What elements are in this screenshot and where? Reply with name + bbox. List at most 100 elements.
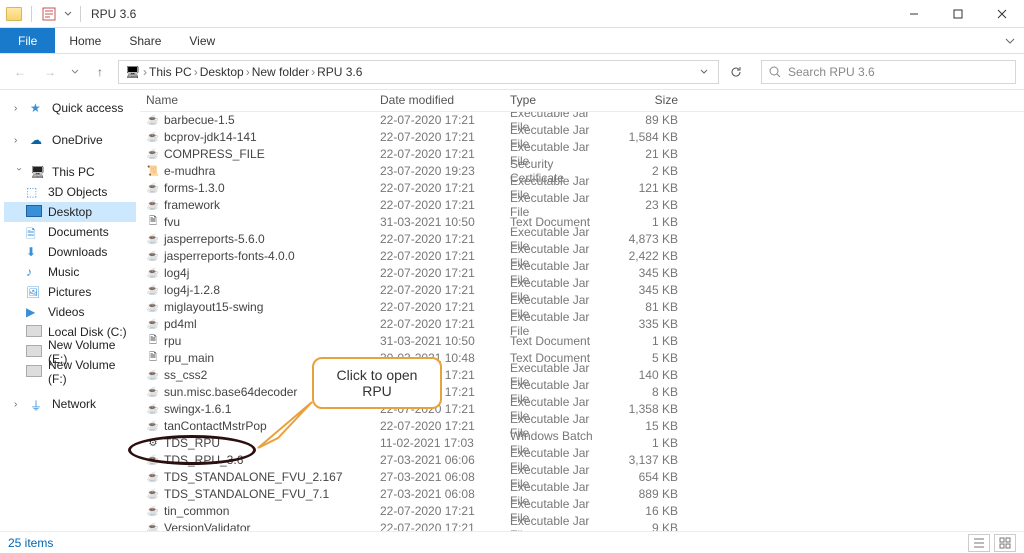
chevron-right-icon[interactable]: › [143, 65, 147, 79]
nav-item-icon [26, 205, 42, 219]
file-icon [146, 334, 160, 348]
forward-button[interactable]: → [38, 60, 62, 84]
file-date: 22-07-2020 17:21 [374, 147, 504, 161]
file-date: 22-07-2020 17:21 [374, 181, 504, 195]
column-header-type[interactable]: Type [504, 93, 614, 107]
nav-item-label: Music [48, 265, 79, 279]
breadcrumb-segment[interactable]: This PC [149, 65, 192, 79]
nav-tree-item[interactable]: Downloads [4, 242, 136, 262]
maximize-button[interactable] [936, 0, 980, 28]
file-icon [146, 113, 160, 127]
column-header-name[interactable]: Name [140, 93, 374, 107]
nav-item-icon [26, 345, 42, 359]
qat-dropdown-icon[interactable] [62, 3, 74, 25]
breadcrumb-segment[interactable]: RPU 3.6 [317, 65, 362, 79]
chevron-down-icon[interactable]: › [14, 167, 25, 177]
file-row[interactable]: rpu31-03-2021 10:50Text Document1 KB [140, 333, 1024, 350]
file-size: 1 KB [614, 436, 684, 450]
navigation-pane: › Quick access › OneDrive › This PC 3D O… [0, 90, 140, 531]
view-large-icons-button[interactable] [994, 534, 1016, 552]
nav-tree-item[interactable]: Music [4, 262, 136, 282]
star-icon [30, 101, 46, 115]
nav-item-label: Downloads [48, 245, 107, 259]
refresh-button[interactable] [725, 61, 747, 83]
file-icon [146, 266, 160, 280]
file-size: 3,137 KB [614, 453, 684, 467]
file-row[interactable]: pd4ml22-07-2020 17:21Executable Jar File… [140, 316, 1024, 333]
chevron-right-icon[interactable]: › [14, 399, 24, 410]
nav-tree-item[interactable]: New Volume (F:) [4, 362, 136, 382]
chevron-right-icon[interactable]: › [246, 65, 250, 79]
recent-locations-button[interactable] [68, 60, 82, 84]
breadcrumb[interactable]: › This PC › Desktop › New folder › RPU 3… [118, 60, 719, 84]
ribbon-expand-icon[interactable] [996, 28, 1024, 53]
column-header-size[interactable]: Size [614, 93, 684, 107]
chevron-right-icon[interactable]: › [14, 135, 24, 146]
tab-share[interactable]: Share [115, 28, 175, 53]
file-size: 16 KB [614, 504, 684, 518]
file-name: miglayout15-swing [164, 300, 263, 314]
properties-icon[interactable] [38, 3, 60, 25]
nav-tree-item[interactable]: Videos [4, 302, 136, 322]
file-size: 2,422 KB [614, 249, 684, 263]
breadcrumb-segment[interactable]: Desktop [200, 65, 244, 79]
nav-onedrive[interactable]: › OneDrive [4, 130, 136, 150]
view-details-button[interactable] [968, 534, 990, 552]
nav-item-icon [26, 305, 42, 319]
nav-tree-item[interactable]: 3D Objects [4, 182, 136, 202]
file-date: 22-07-2020 17:21 [374, 249, 504, 263]
address-dropdown-icon[interactable] [696, 68, 712, 76]
breadcrumb-segment[interactable]: New folder [252, 65, 309, 79]
file-date: 22-07-2020 17:21 [374, 266, 504, 280]
file-date: 31-03-2021 10:50 [374, 215, 504, 229]
nav-item-icon [26, 365, 42, 379]
file-name: VersionValidator [164, 521, 251, 531]
file-name: sun.misc.base64decoder [164, 385, 297, 399]
window-controls [892, 0, 1024, 28]
file-size: 4,873 KB [614, 232, 684, 246]
file-name: rpu [164, 334, 181, 348]
nav-item-icon [26, 325, 42, 339]
column-header-date[interactable]: Date modified [374, 93, 504, 107]
file-name: rpu_main [164, 351, 214, 365]
file-row[interactable]: framework22-07-2020 17:21Executable Jar … [140, 197, 1024, 214]
close-button[interactable] [980, 0, 1024, 28]
file-size: 9 KB [614, 521, 684, 531]
nav-item-label: Pictures [48, 285, 91, 299]
file-date: 22-07-2020 17:21 [374, 232, 504, 246]
nav-tree-item[interactable]: Documents [4, 222, 136, 242]
nav-network[interactable]: › Network [4, 394, 136, 414]
file-size: 81 KB [614, 300, 684, 314]
back-button[interactable]: ← [8, 60, 32, 84]
file-icon [146, 487, 160, 501]
tab-file[interactable]: File [0, 28, 55, 53]
file-date: 31-03-2021 10:50 [374, 334, 504, 348]
chevron-right-icon[interactable]: › [14, 103, 24, 114]
nav-tree-item[interactable]: Desktop [4, 202, 136, 222]
file-icon [146, 351, 160, 365]
chevron-right-icon[interactable]: › [311, 65, 315, 79]
file-icon [146, 164, 160, 178]
tab-home[interactable]: Home [55, 28, 115, 53]
file-size: 335 KB [614, 317, 684, 331]
file-icon [146, 249, 160, 263]
file-date: 22-07-2020 17:21 [374, 504, 504, 518]
file-date: 22-07-2020 17:21 [374, 317, 504, 331]
minimize-button[interactable] [892, 0, 936, 28]
nav-this-pc[interactable]: › This PC [4, 162, 136, 182]
file-date: 22-07-2020 17:21 [374, 300, 504, 314]
up-button[interactable]: ↑ [88, 60, 112, 84]
nav-label: Network [52, 397, 96, 411]
nav-quick-access[interactable]: › Quick access [4, 98, 136, 118]
search-box[interactable]: Search RPU 3.6 [761, 60, 1016, 84]
file-name: TDS_STANDALONE_FVU_7.1 [164, 487, 329, 501]
tab-view[interactable]: View [175, 28, 229, 53]
file-size: 89 KB [614, 113, 684, 127]
nav-tree-item[interactable]: Pictures [4, 282, 136, 302]
file-row[interactable]: VersionValidator22-07-2020 17:21Executab… [140, 520, 1024, 531]
cloud-icon [30, 133, 46, 147]
annotation-ring [128, 435, 256, 465]
file-name: forms-1.3.0 [164, 181, 225, 195]
file-size: 15 KB [614, 419, 684, 433]
chevron-right-icon[interactable]: › [194, 65, 198, 79]
